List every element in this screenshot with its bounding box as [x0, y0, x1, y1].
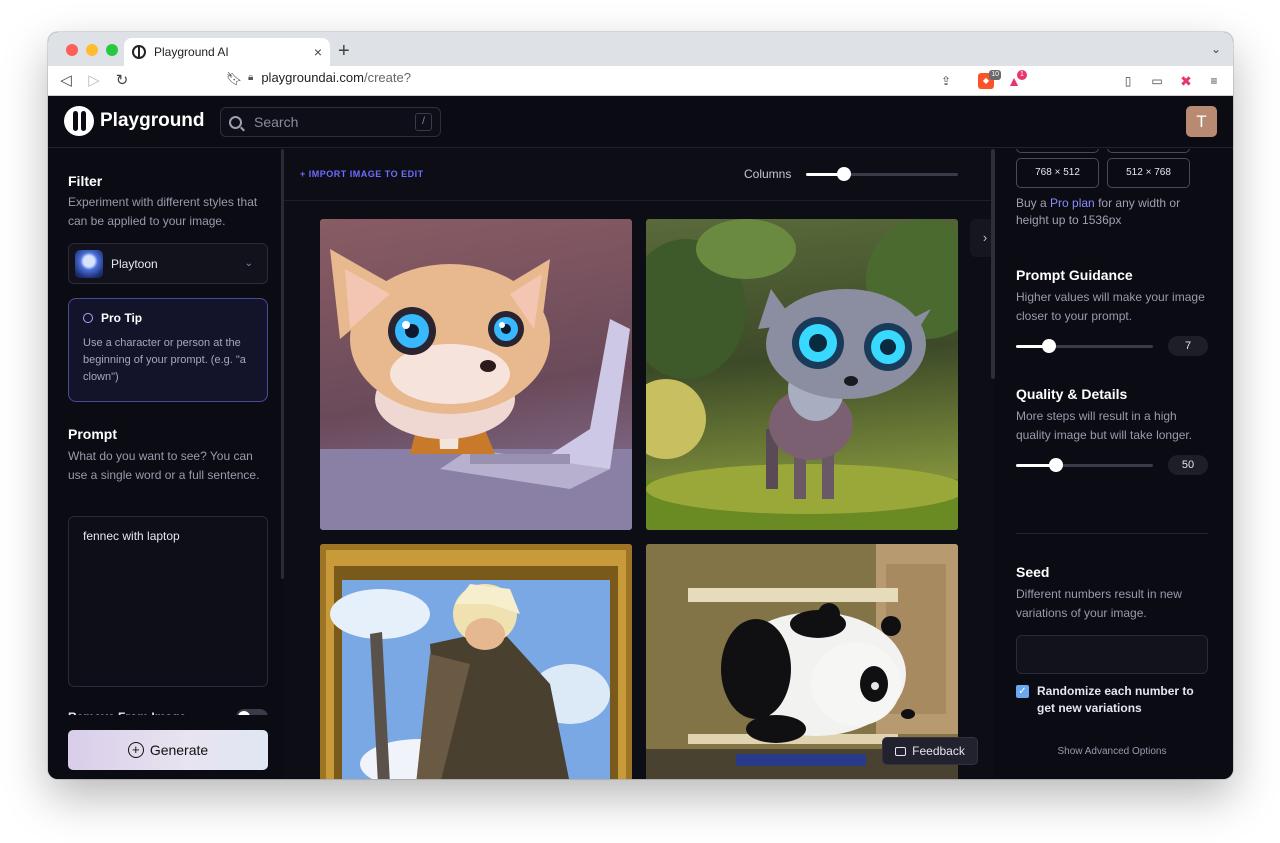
generate-bar: + Generate: [48, 715, 284, 779]
brave-shield-icon[interactable]: ◆ 10: [978, 70, 1001, 89]
playground-favicon-icon: [132, 45, 146, 59]
quality-details-title: Quality & Details: [1016, 386, 1128, 402]
prompt-guidance-slider[interactable]: [1016, 339, 1153, 353]
gallery-image-creature[interactable]: [646, 219, 958, 530]
share-icon[interactable]: ⇪: [938, 73, 954, 89]
bookmark-icon[interactable]: 🔖︎: [224, 71, 244, 87]
columns-slider-thumb[interactable]: [837, 167, 851, 181]
dimension-button-hidden-1[interactable]: [1016, 149, 1099, 153]
brave-rewards-icon[interactable]: ▲ 1: [1006, 70, 1027, 89]
browser-window: Playground AI × + ⌄ ◁ ▷ ↻ 🔖︎ 🔒︎ playgrou…: [48, 32, 1233, 779]
feedback-button[interactable]: Feedback: [882, 737, 978, 765]
randomize-row: ✓ Randomize each number to get new varia…: [1016, 683, 1211, 717]
left-panel: Filter Experiment with different styles …: [48, 149, 284, 779]
prompt-description: What do you want to see? You can use a s…: [68, 449, 260, 482]
gallery-image-framed-figure[interactable]: [320, 544, 632, 779]
search-icon: [229, 115, 242, 129]
pro-tip-card: Pro Tip Use a character or person at the…: [68, 298, 268, 402]
filter-description: Experiment with different styles that ca…: [68, 195, 258, 228]
pro-tip-title: Pro Tip: [101, 311, 143, 325]
forward-icon[interactable]: ▷: [84, 71, 104, 89]
quality-details-slider[interactable]: [1016, 458, 1153, 472]
generate-label: Generate: [149, 742, 209, 758]
filter-title: Filter: [68, 173, 103, 189]
search-input[interactable]: Search /: [220, 107, 441, 137]
minimize-window-button[interactable]: [86, 44, 98, 56]
filter-thumbnail: [75, 249, 103, 278]
columns-slider[interactable]: [806, 167, 958, 181]
reload-icon[interactable]: ↻: [112, 71, 132, 89]
generate-button[interactable]: + Generate: [68, 730, 268, 770]
seed-input[interactable]: [1016, 635, 1208, 674]
browser-tab-bar: Playground AI × + ⌄: [48, 32, 1233, 66]
columns-label: Columns: [744, 167, 792, 181]
url-host: playgroundai.com: [261, 70, 364, 85]
randomize-label: Randomize each number to get new variati…: [1037, 684, 1194, 715]
maximize-window-button[interactable]: [106, 44, 118, 56]
pro-plan-note: Buy a Pro plan for any width or height u…: [1016, 195, 1211, 229]
extension-icon[interactable]: ✖: [1178, 73, 1194, 89]
rewards-badge: 1: [1017, 70, 1027, 80]
search-shortcut-key: /: [415, 113, 432, 131]
dimension-button-hidden-2[interactable]: [1107, 149, 1190, 153]
pro-tip-text: Use a character or person at the beginni…: [83, 337, 246, 383]
prompt-guidance-description: Higher values will make your image close…: [1016, 290, 1205, 323]
chevron-down-icon: ⌄: [244, 258, 253, 269]
filter-select[interactable]: Playtoon ⌄: [68, 243, 268, 284]
sun-icon: [83, 313, 93, 323]
divider: [1016, 533, 1208, 534]
show-advanced-options-link[interactable]: Show Advanced Options: [1016, 746, 1208, 757]
new-tab-icon[interactable]: +: [338, 40, 350, 63]
logo[interactable]: Playground: [64, 106, 205, 136]
avatar[interactable]: T: [1186, 106, 1217, 137]
back-icon[interactable]: ◁: [56, 71, 76, 89]
message-bubble-icon: [895, 746, 907, 756]
seed-description: Different numbers result in new variatio…: [1016, 587, 1182, 620]
close-tab-icon[interactable]: ×: [314, 44, 322, 60]
address-bar[interactable]: 🔒︎ playgroundai.com/create?: [248, 70, 411, 85]
gallery-image-fennec[interactable]: [320, 219, 632, 530]
wallet-icon[interactable]: ▭: [1149, 73, 1165, 89]
plus-circle-icon: +: [127, 742, 144, 758]
brave-badge: 10: [989, 70, 1001, 80]
dimension-512x768-button[interactable]: 512 × 768: [1107, 158, 1190, 188]
filter-selected-label: Playtoon: [111, 256, 158, 271]
url-path: /create?: [363, 70, 411, 85]
quality-details-value[interactable]: 50: [1168, 455, 1208, 475]
quality-details-thumb[interactable]: [1048, 458, 1063, 472]
import-image-link[interactable]: + IMPORT IMAGE TO EDIT: [300, 169, 424, 179]
app-header: Playground Search / T: [48, 96, 1233, 148]
image-gallery: + IMPORT IMAGE TO EDIT Columns › Feedbac…: [284, 149, 994, 779]
close-window-button[interactable]: [66, 44, 78, 56]
logo-text: Playground: [100, 110, 205, 131]
window-controls: [66, 44, 118, 56]
playground-logo-icon: [64, 106, 94, 136]
prompt-textarea[interactable]: fennec with laptop: [68, 516, 268, 687]
prompt-guidance-thumb[interactable]: [1041, 339, 1056, 353]
randomize-checkbox[interactable]: ✓: [1016, 685, 1029, 698]
pro-plan-link[interactable]: Pro plan: [1050, 196, 1095, 210]
gallery-toolbar: + IMPORT IMAGE TO EDIT Columns: [284, 149, 994, 201]
prompt-guidance-value[interactable]: 7: [1168, 336, 1208, 356]
pro-note-before: Buy a: [1016, 196, 1051, 210]
seed-title: Seed: [1016, 564, 1050, 580]
browser-toolbar: ◁ ▷ ↻ 🔖︎ 🔒︎ playgroundai.com/create? ⇪ ◆…: [48, 66, 1233, 96]
right-panel: 768 × 512 512 × 768 Buy a Pro plan for a…: [996, 149, 1233, 779]
prompt-title: Prompt: [68, 426, 117, 442]
sidebar-icon[interactable]: ▯: [1120, 73, 1136, 89]
prompt-guidance-title: Prompt Guidance: [1016, 267, 1133, 283]
dimension-768x512-button[interactable]: 768 × 512: [1016, 158, 1099, 188]
tab-search-chevron-icon[interactable]: ⌄: [1211, 42, 1221, 56]
gallery-scrollbar[interactable]: [991, 149, 995, 379]
feedback-label: Feedback: [912, 744, 965, 758]
lock-icon: 🔒︎: [248, 72, 254, 83]
search-placeholder: Search: [254, 114, 299, 130]
browser-tab[interactable]: Playground AI ×: [124, 38, 330, 66]
menu-icon[interactable]: ≡: [1206, 73, 1222, 89]
quality-details-description: More steps will result in a high quality…: [1016, 409, 1193, 442]
tab-title: Playground AI: [154, 45, 229, 59]
